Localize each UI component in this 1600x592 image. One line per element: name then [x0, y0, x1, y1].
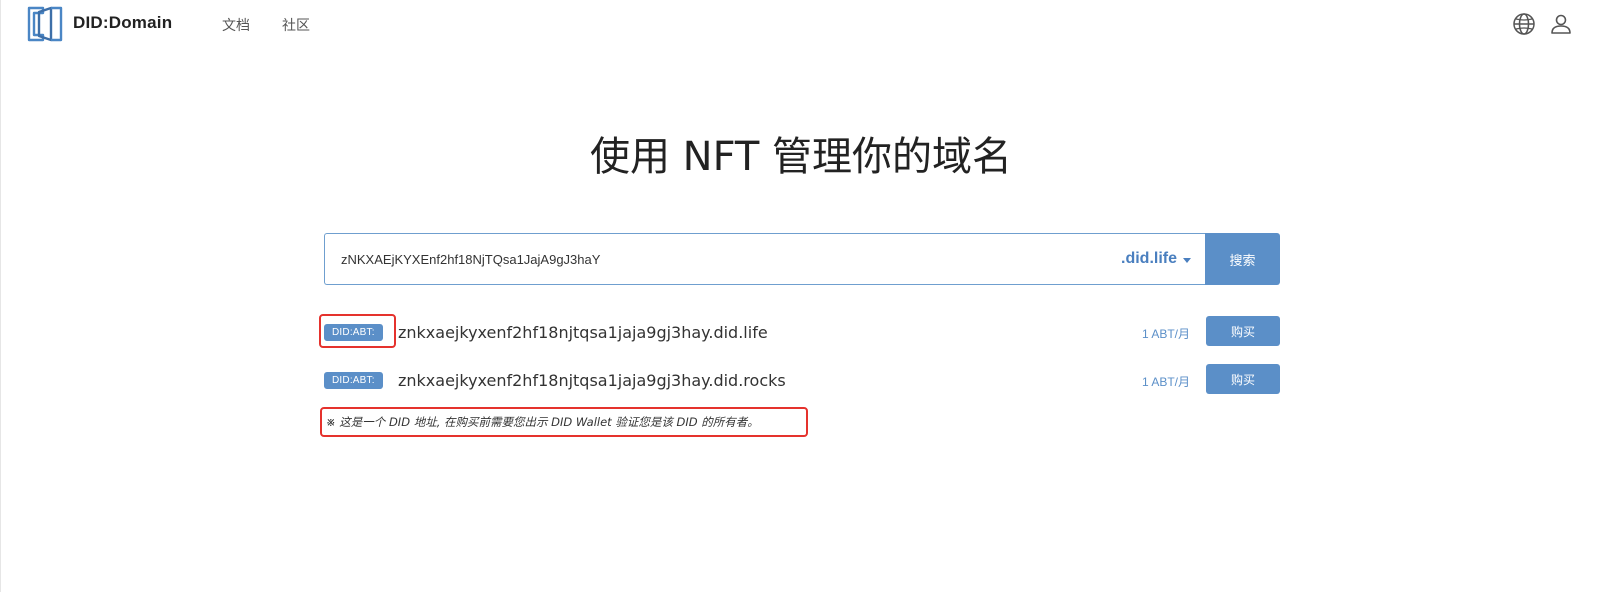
tld-dropdown[interactable]: .did.life: [1121, 250, 1205, 268]
nav-docs-link[interactable]: 文档: [222, 15, 250, 35]
highlight-box-badge: [319, 314, 396, 348]
result-price: 1 ABT/月: [1141, 375, 1190, 389]
caret-down-icon: [1183, 257, 1191, 263]
result-price: 1 ABT/月: [1141, 327, 1190, 341]
did-owner-note: ※ 这是一个 DID 地址, 在购买前需要您出示 DID Wallet 验证您是…: [320, 407, 808, 437]
user-icon[interactable]: [1548, 11, 1574, 37]
did-badge-wrap: DID:ABT:: [324, 367, 383, 393]
did-abt-badge: DID:ABT:: [324, 371, 383, 389]
buy-button[interactable]: 购买: [1206, 364, 1280, 394]
tld-selected-value: .did.life: [1121, 250, 1177, 267]
search-box: .did.life: [324, 233, 1205, 285]
page-title: 使用 NFT 管理你的域名: [589, 134, 1013, 180]
domain-search: .did.life 搜索: [324, 233, 1280, 285]
result-domain-name: znkxaejkyxenf2hf18njtqsa1jaja9gj3hay.did…: [398, 371, 786, 390]
globe-icon[interactable]: [1511, 11, 1537, 37]
result-row: DID:ABT: znkxaejkyxenf2hf18njtqsa1jaja9g…: [324, 316, 1280, 348]
search-input[interactable]: [325, 235, 1121, 283]
search-button[interactable]: 搜索: [1205, 233, 1280, 285]
header: DID:Domain 文档 社区: [1, 0, 1600, 48]
result-domain-name: znkxaejkyxenf2hf18njtqsa1jaja9gj3hay.did…: [398, 323, 768, 342]
buy-button[interactable]: 购买: [1206, 316, 1280, 346]
did-domain-logo-icon[interactable]: [25, 4, 65, 44]
page: DID:Domain 文档 社区 使用 NFT 管理你的域名 .did.life…: [0, 0, 1600, 592]
result-row: DID:ABT: znkxaejkyxenf2hf18njtqsa1jaja9g…: [324, 364, 1280, 396]
brand-name[interactable]: DID:Domain: [73, 13, 172, 33]
nav-community-link[interactable]: 社区: [282, 15, 310, 35]
